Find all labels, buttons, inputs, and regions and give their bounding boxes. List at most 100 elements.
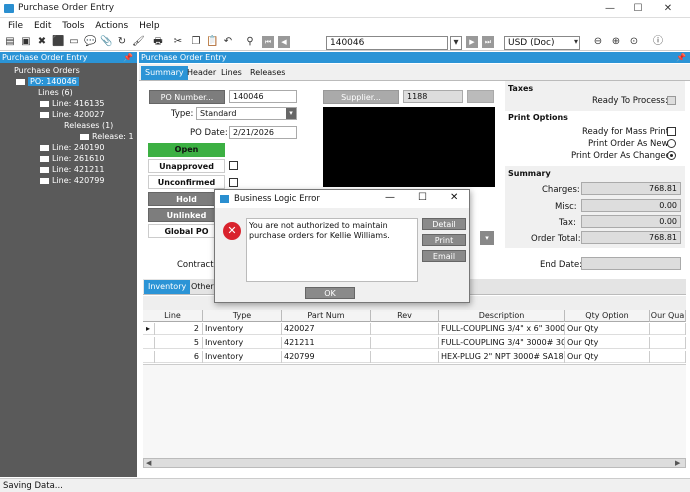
- print-icon[interactable]: 🖶: [152, 36, 164, 48]
- app-icon: [220, 195, 229, 203]
- tree-item-po[interactable]: PO: 140046: [16, 77, 79, 86]
- save-icon[interactable]: ▣: [20, 36, 32, 48]
- tree-purchase-orders[interactable]: Purchase Orders: [14, 66, 80, 75]
- po-date-field[interactable]: 2/21/2026: [229, 126, 297, 139]
- tree-item-releases[interactable]: Releases (1): [64, 121, 113, 130]
- menu-file[interactable]: File: [8, 19, 23, 33]
- main-panel-header: Purchase Order Entry 📌: [139, 52, 690, 63]
- unapproved-checkbox[interactable]: [229, 161, 238, 170]
- col-description[interactable]: Description: [439, 310, 565, 322]
- pin-icon[interactable]: 📌: [123, 52, 133, 63]
- table-row[interactable]: ▸ 2 Inventory 420027 FULL-COUPLING 3/4" …: [143, 323, 686, 335]
- col-line[interactable]: Line: [143, 310, 203, 322]
- maximize-button[interactable]: ☐: [626, 2, 650, 16]
- menu-tools[interactable]: Tools: [62, 19, 84, 33]
- dialog-minimize-button[interactable]: —: [385, 192, 395, 203]
- chat-icon[interactable]: 💬: [84, 36, 96, 48]
- first-record-icon[interactable]: ⏮: [262, 36, 274, 48]
- paste-icon[interactable]: 📋: [206, 36, 218, 48]
- col-part-num[interactable]: Part Num: [282, 310, 371, 322]
- scroll-left-icon[interactable]: ◀: [146, 459, 151, 467]
- tab-lines[interactable]: Lines: [217, 66, 246, 80]
- close-button[interactable]: ✕: [656, 2, 680, 16]
- undo-icon[interactable]: ↶: [222, 36, 234, 48]
- supplier-button[interactable]: Supplier...: [323, 90, 399, 104]
- tab-header[interactable]: Header: [183, 66, 220, 80]
- po-number-button[interactable]: PO Number...: [149, 90, 225, 104]
- tab-releases[interactable]: Releases: [246, 66, 289, 80]
- currency-dropdown-icon[interactable]: ▾: [570, 36, 582, 48]
- next-record-icon[interactable]: ▶: [466, 36, 478, 48]
- currency-select[interactable]: USD (Doc): [504, 36, 580, 50]
- print-as-changed-radio[interactable]: [667, 151, 676, 160]
- tree-item-line[interactable]: Line: 261610: [40, 154, 104, 163]
- back-icon[interactable]: ⊖: [592, 36, 604, 48]
- type-dropdown-icon[interactable]: ▾: [286, 108, 296, 119]
- summary-section: Summary Charges: 768.81 Misc: 0.00 Tax: …: [505, 166, 685, 248]
- tree-item-line[interactable]: Line: 416135: [40, 99, 104, 108]
- menu-help[interactable]: Help: [139, 19, 160, 33]
- tab-inventory[interactable]: Inventory: [144, 280, 191, 294]
- info-icon[interactable]: ⓘ: [652, 36, 664, 48]
- tree-item-line[interactable]: Line: 240190: [40, 143, 104, 152]
- print-as-new-radio[interactable]: [667, 139, 676, 148]
- menu-edit[interactable]: Edit: [34, 19, 51, 33]
- pin-icon[interactable]: 📌: [676, 52, 686, 63]
- new-icon[interactable]: ▤: [4, 36, 16, 48]
- refresh-icon[interactable]: ↻: [116, 36, 128, 48]
- brush-icon[interactable]: 🖌: [132, 36, 145, 48]
- supplier-address-box: [323, 107, 495, 187]
- row-selector: [143, 337, 155, 349]
- ready-for-mass-print-checkbox[interactable]: [667, 127, 676, 136]
- clear-icon[interactable]: ⬛: [52, 36, 64, 48]
- tree-item-lines[interactable]: Lines (6): [38, 88, 73, 97]
- tree-line-label: Line: 240190: [52, 143, 105, 152]
- ready-to-process-checkbox[interactable]: [667, 96, 676, 105]
- tree-item-line[interactable]: Line: 420799: [40, 176, 104, 185]
- delete-icon[interactable]: ✖: [36, 36, 48, 48]
- dialog-maximize-button[interactable]: ☐: [418, 192, 427, 203]
- po-dropdown-icon[interactable]: ▾: [450, 36, 462, 50]
- col-qty-option[interactable]: Qty Option: [565, 310, 650, 322]
- cut-icon[interactable]: ✂: [172, 36, 184, 48]
- copy-icon[interactable]: ❐: [190, 36, 202, 48]
- notes-icon[interactable]: ▭: [68, 36, 80, 48]
- dialog-close-button[interactable]: ✕: [450, 192, 458, 203]
- dropdown-icon[interactable]: ▾: [480, 231, 494, 245]
- po-navigation-input[interactable]: 140046: [326, 36, 448, 50]
- folder-icon: [40, 177, 49, 184]
- tab-summary[interactable]: Summary: [141, 66, 188, 80]
- row-selector: [143, 351, 155, 363]
- last-record-icon[interactable]: ⏭: [482, 36, 494, 48]
- tree-po-label: PO: 140046: [28, 77, 79, 86]
- menu-actions[interactable]: Actions: [95, 19, 128, 33]
- print-as-new-label: Print Order As New:: [588, 139, 671, 149]
- detail-button[interactable]: Detail: [422, 218, 466, 230]
- scroll-right-icon[interactable]: ▶: [675, 459, 680, 467]
- minimize-button[interactable]: —: [598, 2, 622, 16]
- col-type[interactable]: Type: [203, 310, 282, 322]
- end-date-field[interactable]: [581, 257, 681, 270]
- table-row[interactable]: 6 Inventory 420799 HEX-PLUG 2" NPT 3000#…: [143, 351, 686, 363]
- prev-record-icon[interactable]: ◀: [278, 36, 290, 48]
- tree-item-line[interactable]: Line: 420027: [40, 110, 104, 119]
- print-button[interactable]: Print: [422, 234, 466, 246]
- order-total-value: 768.81: [581, 231, 681, 244]
- search-icon[interactable]: ⚲: [244, 36, 256, 48]
- email-button[interactable]: Email: [422, 250, 466, 262]
- attachment-icon[interactable]: 📎: [100, 36, 112, 48]
- misc-value: 0.00: [581, 199, 681, 212]
- col-our-qty[interactable]: Our Qua: [650, 310, 686, 322]
- po-number-field[interactable]: 140046: [229, 90, 297, 103]
- home-icon[interactable]: ⊙: [628, 36, 640, 48]
- ok-button[interactable]: OK: [305, 287, 355, 299]
- tree-item-line[interactable]: Line: 421211: [40, 165, 104, 174]
- tax-label: Tax:: [559, 218, 576, 228]
- table-row[interactable]: 5 Inventory 421211 FULL-COUPLING 3/4" 30…: [143, 337, 686, 349]
- horizontal-scrollbar[interactable]: ◀ ▶: [143, 458, 686, 468]
- type-select[interactable]: Standard: [196, 107, 297, 120]
- col-rev[interactable]: Rev: [371, 310, 439, 322]
- forward-icon[interactable]: ⊕: [610, 36, 622, 48]
- tree-item-release[interactable]: Release: 1: [80, 132, 134, 141]
- unconfirmed-checkbox[interactable]: [229, 178, 238, 187]
